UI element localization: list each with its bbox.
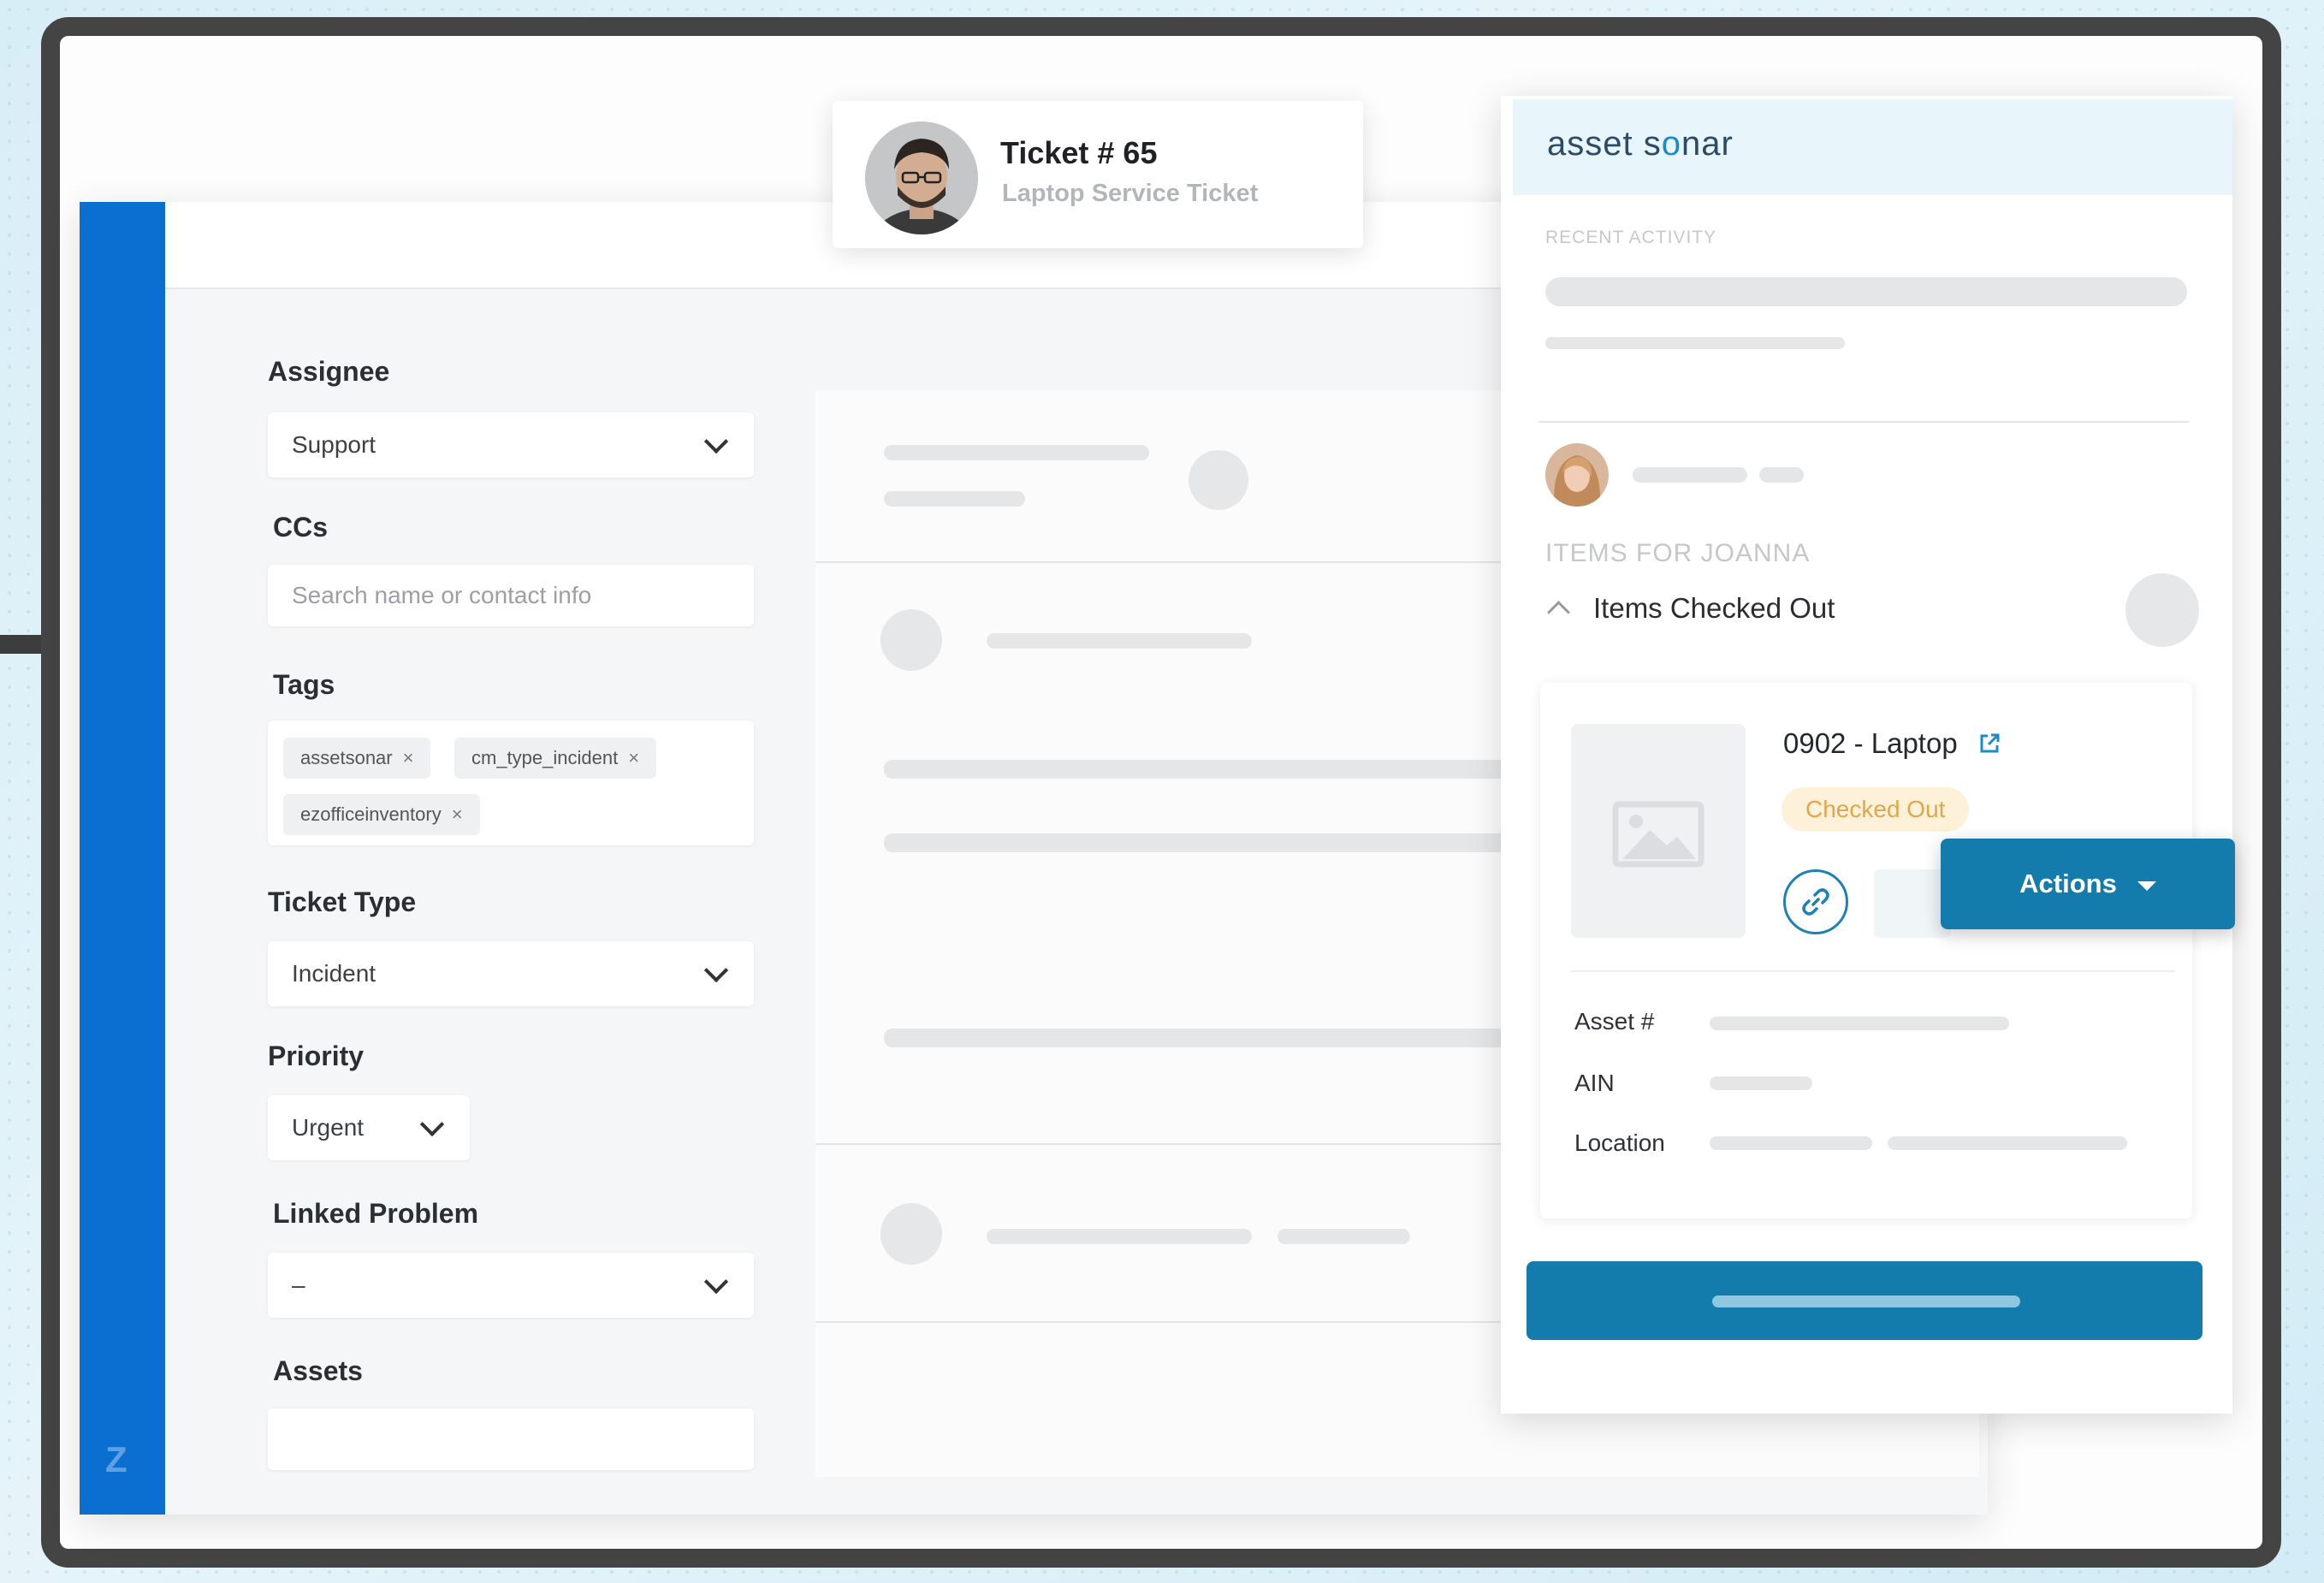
skeleton-line [884,833,1517,852]
skeleton-line [884,760,1517,779]
collapse-caret-icon[interactable] [1547,601,1570,624]
skeleton-line [987,633,1252,649]
skeleton-value [1710,1017,2009,1030]
linked-problem-select[interactable]: – [268,1253,754,1318]
assignee-select[interactable]: Support [268,412,754,477]
tag-label: ezofficeinventory [300,803,442,825]
ccs-placeholder: Search name or contact info [292,582,592,608]
remove-tag-icon[interactable]: × [403,747,414,768]
chevron-down-icon [419,1112,445,1137]
image-icon [1612,801,1704,868]
user-avatar [1545,443,1609,507]
ticket-type-label: Ticket Type [268,886,417,917]
skeleton-line [884,445,1149,460]
asset-number-label: Asset # [1574,1008,1655,1035]
chevron-down-icon [703,958,729,983]
ticket-type-value: Incident [292,960,376,987]
remove-tag-icon[interactable]: × [452,803,463,825]
tag-label: cm_type_incident [471,747,619,768]
skeleton-line [987,1229,1252,1244]
actions-label: Actions [2019,869,2117,898]
skeleton-line [1633,467,1747,483]
divider [1571,970,2175,972]
skeleton-value [1710,1136,1872,1150]
status-badge: Checked Out [1782,787,1970,832]
checked-out-item-card: 0902 - Laptop Checked Out Asset # AIN Lo… [1540,683,2192,1218]
skeleton-label [1712,1295,2020,1307]
logo-text-part: asset s [1547,125,1662,163]
remove-tag-icon[interactable]: × [628,747,639,768]
item-image-placeholder [1571,724,1746,938]
priority-label: Priority [268,1041,365,1071]
link-button[interactable] [1783,869,1848,934]
tag-chip[interactable]: cm_type_incident × [454,738,657,779]
assets-input[interactable] [268,1408,754,1470]
count-badge-placeholder [2125,573,2199,647]
primary-action-button[interactable] [1527,1261,2202,1340]
items-for-heading: ITEMS FOR JOANNA [1545,539,1811,567]
zendesk-sidebar: Z [80,202,165,1515]
ticket-subtitle: Laptop Service Ticket [1002,180,1259,207]
chevron-down-icon [703,1269,729,1295]
skeleton-line [884,1029,1517,1047]
priority-value: Urgent [292,1114,365,1141]
ticket-title: Ticket # 65 [1000,135,1158,170]
assets-label: Assets [273,1355,363,1386]
skeleton-line [1545,337,1845,349]
link-icon [1802,888,1829,916]
skeleton-avatar [880,1203,942,1265]
tag-chip[interactable]: assetsonar × [283,738,431,779]
skeleton-line [1545,277,2187,306]
requester-avatar [865,122,978,234]
skeleton-line [1759,467,1804,483]
assetsonar-panel: asset sonar RECENT ACTIVITY ITEMS FOR JO… [1501,96,2232,1414]
location-label: Location [1574,1129,1665,1156]
skeleton-value [1888,1136,2127,1150]
item-name: 0902 - Laptop [1783,727,1958,759]
assignee-value: Support [292,431,376,458]
caret-down-icon [2137,880,2156,891]
assetsonar-logo: asset sonar [1547,125,1734,163]
ticket-header-card: Ticket # 65 Laptop Service Ticket [833,101,1363,248]
items-checked-out-title[interactable]: Items Checked Out [1593,592,1835,625]
assignee-label: Assignee [268,356,390,387]
linked-problem-value: – [292,1272,305,1298]
skeleton-line [884,491,1025,507]
ain-label: AIN [1574,1070,1615,1096]
divider [1538,421,2189,423]
skeleton-avatar [1189,450,1248,510]
priority-select[interactable]: Urgent [268,1095,470,1160]
skeleton-avatar [880,609,942,671]
logo-sonar-o: o [1661,125,1681,163]
skeleton-value [1710,1076,1812,1090]
ccs-search-input[interactable]: Search name or contact info [268,565,754,626]
logo-text-part: nar [1681,125,1734,163]
skeleton-line [1278,1229,1410,1244]
tag-chip[interactable]: ezofficeinventory × [283,794,480,835]
tags-input[interactable]: assetsonar × cm_type_incident × ezofficein… [268,720,754,845]
chevron-down-icon [703,429,729,454]
external-link-icon[interactable] [1977,732,2001,756]
zendesk-logo-icon[interactable]: Z [105,1439,127,1480]
ticket-type-select[interactable]: Incident [268,941,754,1006]
actions-dropdown-button[interactable]: Actions [1941,839,2235,929]
linked-problem-label: Linked Problem [273,1198,479,1229]
secondary-button[interactable] [1874,869,1951,938]
tag-label: assetsonar [300,747,393,768]
tags-label: Tags [273,669,335,700]
ccs-label: CCs [273,512,329,542]
recent-activity-heading: RECENT ACTIVITY [1545,228,1717,247]
assetsonar-header: asset sonar [1513,99,2232,195]
item-name-link[interactable]: 0902 - Laptop [1783,727,2001,760]
